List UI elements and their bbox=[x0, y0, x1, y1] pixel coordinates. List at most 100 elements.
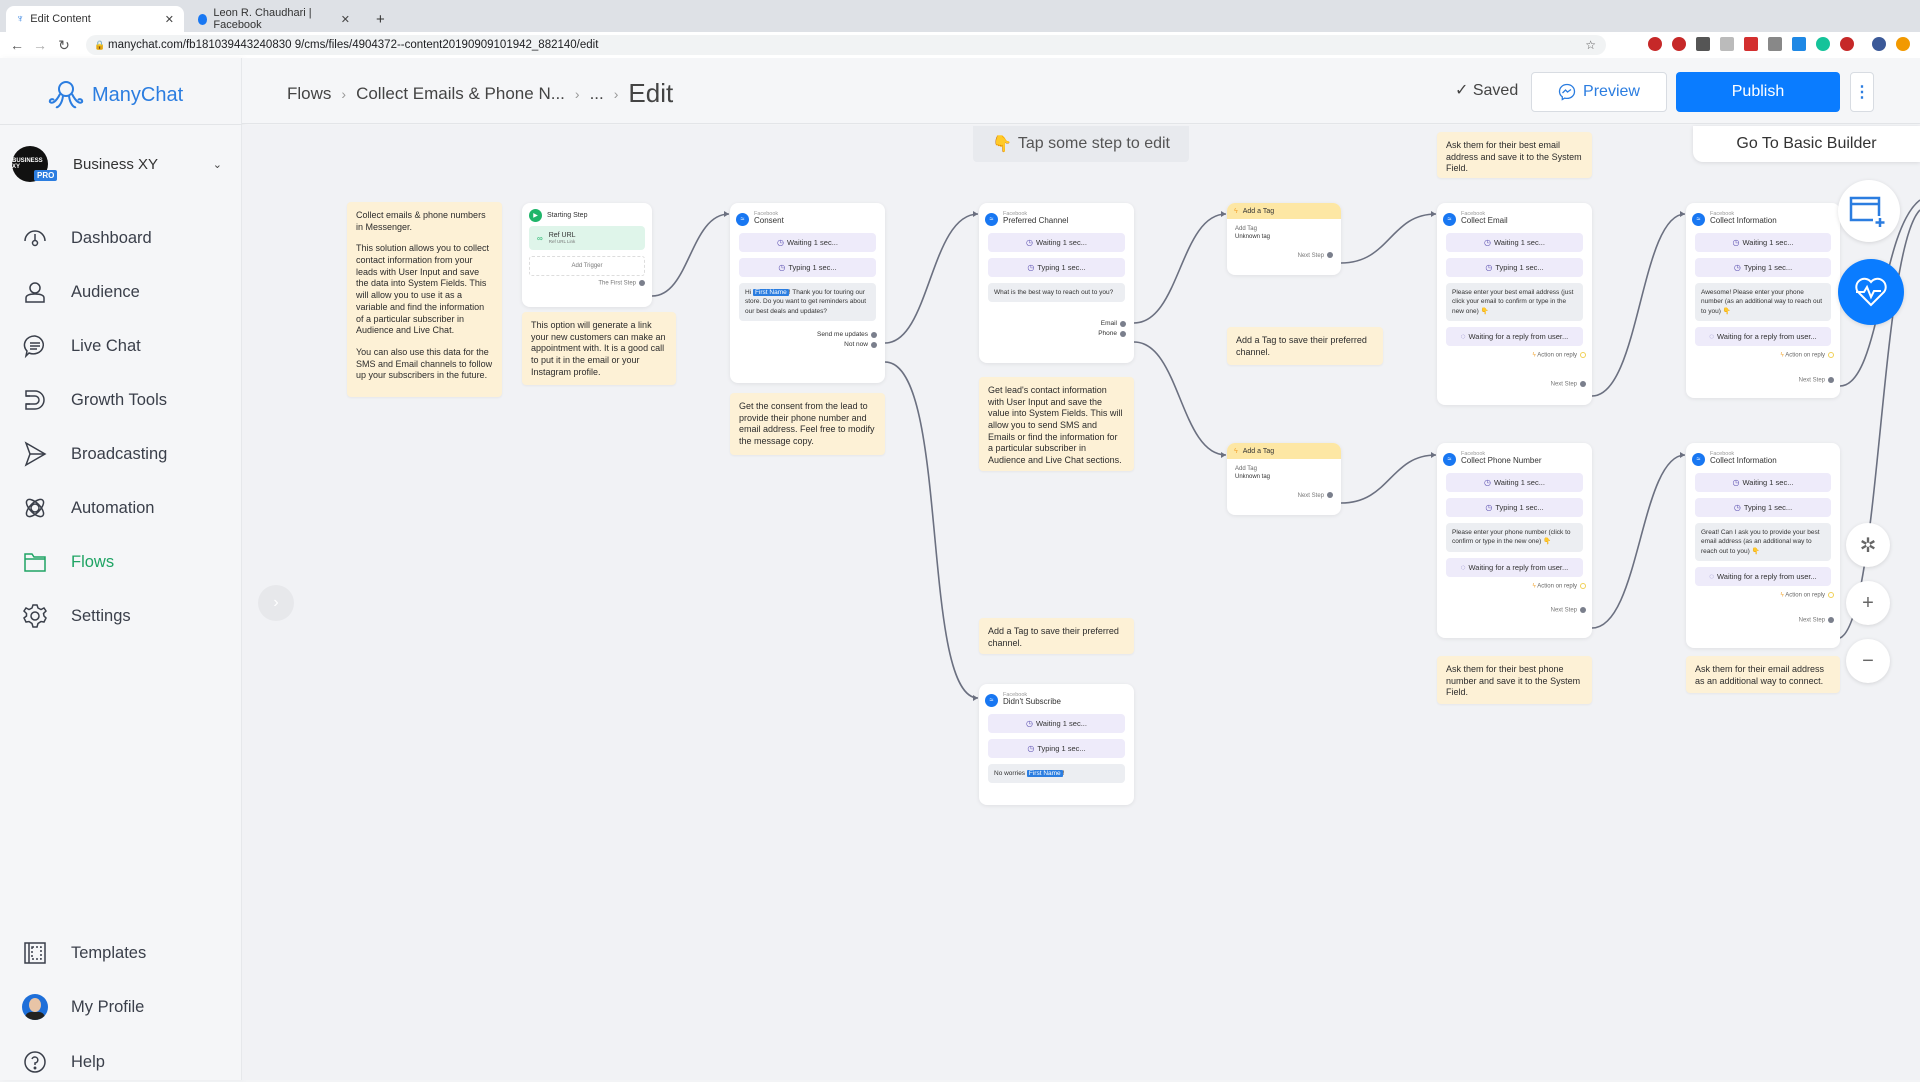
sidebar-item-flows[interactable]: Flows bbox=[22, 542, 232, 582]
port-dot[interactable] bbox=[1828, 616, 1834, 623]
didnt-subscribe-node[interactable]: ≈ Facebook Didn't Subscribe ◷ Waiting 1 sec… bbox=[979, 684, 1134, 805]
collect-information-node-email[interactable]: ≈ Facebook Collect Information ◷ Waiting 1 … bbox=[1686, 443, 1840, 648]
bookmark-star-icon[interactable]: ☆ bbox=[1585, 38, 1596, 52]
new-tab-button[interactable]: + bbox=[366, 6, 395, 32]
quick-reply-phone[interactable]: Phone bbox=[985, 330, 1128, 337]
preferred-channel-node[interactable]: ≈ Facebook Preferred Channel ◷ Waiting 1 se… bbox=[979, 203, 1134, 363]
update-alert-icon[interactable] bbox=[1896, 37, 1910, 51]
port-dot[interactable] bbox=[1580, 352, 1586, 359]
health-check-button[interactable] bbox=[1838, 259, 1904, 325]
collect-email-node[interactable]: ≈ Facebook Collect Email ◷ Waiting 1 sec...… bbox=[1437, 203, 1592, 405]
port-dot[interactable] bbox=[1327, 252, 1333, 259]
sidebar-item-broadcasting[interactable]: Broadcasting bbox=[22, 434, 232, 474]
add-tag-node-email[interactable]: ϟ Add a Tag Add Tag Unknown tag Next Step bbox=[1227, 203, 1341, 275]
sidebar-item-growth-tools[interactable]: Growth Tools bbox=[22, 380, 232, 420]
extension-icon[interactable] bbox=[1672, 37, 1686, 51]
port-dot[interactable] bbox=[1580, 380, 1586, 387]
close-tab-icon[interactable]: ✕ bbox=[165, 13, 174, 26]
note-tag-bottom[interactable]: Add a Tag to save their preferred channe… bbox=[979, 618, 1134, 654]
publish-button[interactable]: Publish bbox=[1676, 72, 1840, 112]
port-dot[interactable] bbox=[1828, 592, 1834, 599]
note-ref-url[interactable]: This option will generate a link your ne… bbox=[522, 312, 676, 385]
account-switcher[interactable]: BUSINESS XY PRO Business XY ⌄ bbox=[12, 142, 232, 186]
next-step-port[interactable]: Next Step bbox=[1692, 616, 1834, 623]
sidebar-item-audience[interactable]: Audience bbox=[22, 272, 232, 312]
browser-tab-edit-content[interactable]: ♆ Edit Content ✕ bbox=[6, 6, 184, 32]
action-on-reply-port[interactable]: ϟ Action on reply bbox=[1692, 592, 1834, 599]
quick-reply-email[interactable]: Email bbox=[985, 320, 1128, 327]
reload-icon[interactable]: ↻ bbox=[53, 37, 75, 54]
port-dot[interactable] bbox=[1120, 320, 1126, 327]
breadcrumb-flow-name[interactable]: Collect Emails & Phone N... bbox=[356, 84, 565, 104]
sidebar-item-settings[interactable]: Settings bbox=[22, 596, 232, 636]
quick-reply-send-updates[interactable]: Send me updates bbox=[736, 331, 879, 338]
add-tag-node-phone[interactable]: ϟ Add a Tag Add Tag Unknown tag Next Step bbox=[1227, 443, 1341, 515]
port-dot[interactable] bbox=[639, 280, 645, 286]
collect-phone-node[interactable]: ≈ Facebook Collect Phone Number ◷ Waiting 1… bbox=[1437, 443, 1592, 638]
extension-icon[interactable] bbox=[1768, 37, 1782, 51]
note-collect-email[interactable]: Ask them for their best email address an… bbox=[1437, 132, 1592, 178]
action-on-reply-port[interactable]: ϟ Action on reply bbox=[1443, 352, 1586, 359]
port-dot[interactable] bbox=[1828, 352, 1834, 359]
sidebar-item-help[interactable]: Help bbox=[22, 1042, 232, 1082]
sidebar-item-my-profile[interactable]: My Profile bbox=[22, 987, 232, 1027]
manychat-logo[interactable]: ManyChat bbox=[48, 78, 183, 112]
forward-icon[interactable]: → bbox=[29, 37, 51, 53]
quick-reply-not-now[interactable]: Not now bbox=[736, 341, 879, 348]
extension-icon[interactable] bbox=[1696, 37, 1710, 51]
browser-tab-facebook[interactable]: Leon R. Chaudhari | Facebook ✕ bbox=[188, 6, 360, 32]
port-dot[interactable] bbox=[1120, 330, 1126, 337]
next-step-port[interactable]: Next Step bbox=[1235, 492, 1333, 500]
chevron-down-icon[interactable]: ⌄ bbox=[213, 158, 222, 171]
next-step-port[interactable]: Next Step bbox=[1692, 376, 1834, 383]
note-tag-top[interactable]: Add a Tag to save their preferred channe… bbox=[1227, 327, 1383, 365]
expand-sidebar-button[interactable]: › bbox=[258, 585, 294, 621]
port-dot[interactable] bbox=[1580, 607, 1586, 614]
extension-icon[interactable] bbox=[1744, 37, 1758, 51]
port-dot[interactable] bbox=[871, 341, 877, 348]
sidebar-item-templates[interactable]: Templates bbox=[22, 933, 232, 973]
next-step-port[interactable]: Next Step bbox=[1235, 252, 1333, 260]
close-tab-icon[interactable]: ✕ bbox=[341, 13, 350, 26]
next-step-port[interactable]: Next Step bbox=[1443, 380, 1586, 387]
profile-avatar-icon[interactable] bbox=[1872, 37, 1886, 51]
port-dot[interactable] bbox=[1580, 582, 1586, 589]
port-dot[interactable] bbox=[1327, 492, 1333, 499]
consent-node[interactable]: ≈ Facebook Consent ◷ Waiting 1 sec... ◷ Typi… bbox=[730, 203, 885, 383]
add-step-button[interactable] bbox=[1838, 180, 1900, 242]
back-icon[interactable]: ← bbox=[6, 37, 28, 53]
address-bar[interactable]: 🔒 manychat.com/fb181039443240830 9/cms/f… bbox=[86, 35, 1606, 55]
zoom-in-button[interactable]: + bbox=[1846, 581, 1890, 625]
sidebar-item-dashboard[interactable]: Dashboard bbox=[22, 218, 232, 258]
account-name: Business XY bbox=[73, 155, 159, 173]
note-intro[interactable]: Collect emails & phone numbers in Messen… bbox=[347, 202, 502, 397]
grammarly-icon[interactable] bbox=[1816, 37, 1830, 51]
add-trigger-button[interactable]: Add Trigger bbox=[529, 256, 645, 276]
sidebar-item-live-chat[interactable]: Live Chat bbox=[22, 326, 232, 366]
note-collect-info-email[interactable]: Ask them for their email address as an a… bbox=[1686, 656, 1840, 693]
extension-icon[interactable] bbox=[1792, 37, 1806, 51]
note-preferred-channel[interactable]: Get lead's contact information with User… bbox=[979, 377, 1134, 471]
breadcrumb-flows[interactable]: Flows bbox=[287, 84, 331, 104]
more-options-button[interactable]: ⋮ bbox=[1850, 72, 1874, 112]
extension-icon[interactable] bbox=[1648, 37, 1662, 51]
port-dot[interactable] bbox=[1828, 376, 1834, 383]
starting-step-node[interactable]: ▶ Starting Step ∞ Ref URL Ref URL Link Ad… bbox=[522, 203, 652, 307]
breadcrumb-ellipsis[interactable]: ... bbox=[590, 84, 604, 104]
note-consent[interactable]: Get the consent from the lead to provide… bbox=[730, 393, 885, 455]
extension-icon[interactable] bbox=[1720, 37, 1734, 51]
first-step-port[interactable]: The First Step bbox=[529, 280, 645, 287]
collect-information-node-phone[interactable]: ≈ Facebook Collect Information ◷ Waiting 1 … bbox=[1686, 203, 1840, 398]
ref-url-trigger[interactable]: ∞ Ref URL Ref URL Link bbox=[529, 226, 645, 250]
magic-wand-button[interactable]: ✲ bbox=[1846, 523, 1890, 567]
go-to-basic-builder-button[interactable]: Go To Basic Builder bbox=[1693, 126, 1920, 162]
action-on-reply-port[interactable]: ϟ Action on reply bbox=[1443, 582, 1586, 589]
sidebar-item-automation[interactable]: Automation bbox=[22, 488, 232, 528]
port-dot[interactable] bbox=[871, 331, 877, 338]
preview-button[interactable]: Preview bbox=[1531, 72, 1667, 112]
adblock-icon[interactable] bbox=[1840, 37, 1854, 51]
action-on-reply-port[interactable]: ϟ Action on reply bbox=[1692, 352, 1834, 359]
zoom-out-button[interactable]: − bbox=[1846, 639, 1890, 683]
note-collect-phone[interactable]: Ask them for their best phone number and… bbox=[1437, 656, 1592, 704]
next-step-port[interactable]: Next Step bbox=[1443, 607, 1586, 614]
